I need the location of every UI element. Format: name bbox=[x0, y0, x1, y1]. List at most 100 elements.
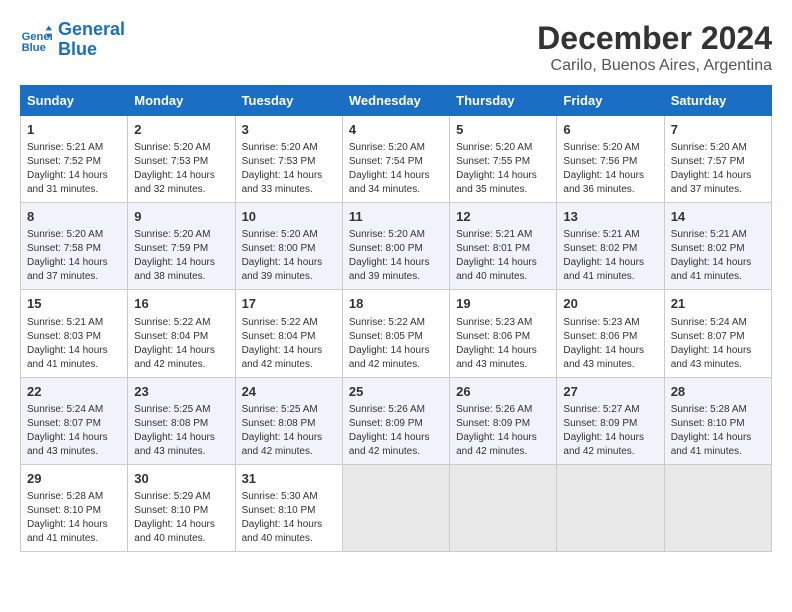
header-wednesday: Wednesday bbox=[342, 86, 449, 116]
day-number: 18 bbox=[349, 295, 443, 313]
logo-text: General Blue bbox=[58, 20, 125, 60]
calendar-cell: 11 Sunrise: 5:20 AM Sunset: 8:00 PM Dayli… bbox=[342, 203, 449, 290]
day-info: Sunrise: 5:23 AM Sunset: 8:06 PM Dayligh… bbox=[563, 316, 657, 372]
day-number: 19 bbox=[456, 295, 550, 313]
day-number: 3 bbox=[242, 121, 336, 139]
calendar-cell: 26 Sunrise: 5:26 AM Sunset: 8:09 PM Dayli… bbox=[450, 377, 557, 464]
calendar-cell: 25Sunrise: 5:26 AM Sunset: 8:09 PM Dayli… bbox=[342, 377, 449, 464]
header: General Blue General Blue December 2024 … bbox=[20, 20, 772, 75]
calendar-cell: 21 Sunrise: 5:24 AM Sunset: 8:07 PM Dayli… bbox=[664, 290, 771, 377]
calendar-week-5: 29 Sunrise: 5:28 AM Sunset: 8:10 PM Dayli… bbox=[21, 464, 772, 551]
calendar-cell: 17Sunrise: 5:22 AM Sunset: 8:04 PM Dayli… bbox=[235, 290, 342, 377]
day-info: Sunrise: 5:25 AM Sunset: 8:08 PM Dayligh… bbox=[134, 403, 228, 459]
day-number: 25 bbox=[349, 383, 443, 401]
header-thursday: Thursday bbox=[450, 86, 557, 116]
calendar-cell: 28Sunrise: 5:28 AM Sunset: 8:10 PM Dayli… bbox=[664, 377, 771, 464]
day-number: 28 bbox=[671, 383, 765, 401]
day-info: Sunrise: 5:20 AM Sunset: 7:53 PM Dayligh… bbox=[134, 141, 228, 197]
calendar-table: SundayMondayTuesdayWednesdayThursdayFrid… bbox=[20, 85, 772, 552]
calendar-cell: 9Sunrise: 5:20 AM Sunset: 7:59 PM Daylig… bbox=[128, 203, 235, 290]
calendar-cell: 15Sunrise: 5:21 AM Sunset: 8:03 PM Dayli… bbox=[21, 290, 128, 377]
day-info: Sunrise: 5:20 AM Sunset: 7:56 PM Dayligh… bbox=[563, 141, 657, 197]
logo: General Blue General Blue bbox=[20, 20, 125, 60]
day-number: 16 bbox=[134, 295, 228, 313]
calendar-cell: 5 Sunrise: 5:20 AM Sunset: 7:55 PM Daylig… bbox=[450, 116, 557, 203]
calendar-cell: 14 Sunrise: 5:21 AM Sunset: 8:02 PM Dayli… bbox=[664, 203, 771, 290]
day-number: 10 bbox=[242, 208, 336, 226]
day-info: Sunrise: 5:21 AM Sunset: 7:52 PM Dayligh… bbox=[27, 141, 121, 197]
calendar-cell: 23 Sunrise: 5:25 AM Sunset: 8:08 PM Dayli… bbox=[128, 377, 235, 464]
svg-text:General: General bbox=[22, 31, 52, 43]
title-area: December 2024 Carilo, Buenos Aires, Arge… bbox=[537, 20, 772, 75]
day-info: Sunrise: 5:21 AM Sunset: 8:03 PM Dayligh… bbox=[27, 316, 121, 372]
day-number: 11 bbox=[349, 208, 443, 226]
calendar-cell bbox=[557, 464, 664, 551]
day-number: 5 bbox=[456, 121, 550, 139]
calendar-cell: 8 Sunrise: 5:20 AM Sunset: 7:58 PM Daylig… bbox=[21, 203, 128, 290]
day-info: Sunrise: 5:20 AM Sunset: 7:55 PM Dayligh… bbox=[456, 141, 550, 197]
day-number: 6 bbox=[563, 121, 657, 139]
day-info: Sunrise: 5:21 AM Sunset: 8:01 PM Dayligh… bbox=[456, 228, 550, 284]
day-number: 13 bbox=[563, 208, 657, 226]
day-info: Sunrise: 5:22 AM Sunset: 8:04 PM Dayligh… bbox=[134, 316, 228, 372]
day-number: 21 bbox=[671, 295, 765, 313]
calendar-cell: 12 Sunrise: 5:21 AM Sunset: 8:01 PM Dayli… bbox=[450, 203, 557, 290]
calendar-cell bbox=[342, 464, 449, 551]
calendar-week-1: 1Sunrise: 5:21 AM Sunset: 7:52 PM Daylig… bbox=[21, 116, 772, 203]
day-number: 12 bbox=[456, 208, 550, 226]
day-info: Sunrise: 5:23 AM Sunset: 8:06 PM Dayligh… bbox=[456, 316, 550, 372]
header-monday: Monday bbox=[128, 86, 235, 116]
day-info: Sunrise: 5:21 AM Sunset: 8:02 PM Dayligh… bbox=[671, 228, 765, 284]
day-info: Sunrise: 5:20 AM Sunset: 7:54 PM Dayligh… bbox=[349, 141, 443, 197]
calendar-cell: 24 Sunrise: 5:25 AM Sunset: 8:08 PM Dayli… bbox=[235, 377, 342, 464]
day-info: Sunrise: 5:20 AM Sunset: 7:57 PM Dayligh… bbox=[671, 141, 765, 197]
calendar-cell: 7 Sunrise: 5:20 AM Sunset: 7:57 PM Daylig… bbox=[664, 116, 771, 203]
day-info: Sunrise: 5:24 AM Sunset: 8:07 PM Dayligh… bbox=[671, 316, 765, 372]
day-number: 30 bbox=[134, 470, 228, 488]
calendar-cell: 3 Sunrise: 5:20 AM Sunset: 7:53 PM Daylig… bbox=[235, 116, 342, 203]
day-info: Sunrise: 5:20 AM Sunset: 7:53 PM Dayligh… bbox=[242, 141, 336, 197]
svg-text:Blue: Blue bbox=[22, 42, 46, 54]
day-number: 22 bbox=[27, 383, 121, 401]
main-title: December 2024 bbox=[537, 20, 772, 57]
day-info: Sunrise: 5:21 AM Sunset: 8:02 PM Dayligh… bbox=[563, 228, 657, 284]
day-number: 17 bbox=[242, 295, 336, 313]
calendar-cell bbox=[664, 464, 771, 551]
day-number: 14 bbox=[671, 208, 765, 226]
day-number: 26 bbox=[456, 383, 550, 401]
calendar-cell: 31Sunrise: 5:30 AM Sunset: 8:10 PM Dayli… bbox=[235, 464, 342, 551]
calendar-week-3: 15Sunrise: 5:21 AM Sunset: 8:03 PM Dayli… bbox=[21, 290, 772, 377]
header-saturday: Saturday bbox=[664, 86, 771, 116]
day-info: Sunrise: 5:20 AM Sunset: 8:00 PM Dayligh… bbox=[242, 228, 336, 284]
calendar-cell bbox=[450, 464, 557, 551]
calendar-cell: 4 Sunrise: 5:20 AM Sunset: 7:54 PM Daylig… bbox=[342, 116, 449, 203]
subtitle: Carilo, Buenos Aires, Argentina bbox=[537, 57, 772, 75]
day-number: 20 bbox=[563, 295, 657, 313]
calendar-cell: 1Sunrise: 5:21 AM Sunset: 7:52 PM Daylig… bbox=[21, 116, 128, 203]
day-number: 4 bbox=[349, 121, 443, 139]
day-info: Sunrise: 5:25 AM Sunset: 8:08 PM Dayligh… bbox=[242, 403, 336, 459]
calendar-cell: 29 Sunrise: 5:28 AM Sunset: 8:10 PM Dayli… bbox=[21, 464, 128, 551]
day-info: Sunrise: 5:22 AM Sunset: 8:05 PM Dayligh… bbox=[349, 316, 443, 372]
day-info: Sunrise: 5:29 AM Sunset: 8:10 PM Dayligh… bbox=[134, 490, 228, 546]
day-number: 23 bbox=[134, 383, 228, 401]
calendar-cell: 6 Sunrise: 5:20 AM Sunset: 7:56 PM Daylig… bbox=[557, 116, 664, 203]
day-number: 24 bbox=[242, 383, 336, 401]
day-number: 27 bbox=[563, 383, 657, 401]
day-info: Sunrise: 5:20 AM Sunset: 7:58 PM Dayligh… bbox=[27, 228, 121, 284]
day-number: 8 bbox=[27, 208, 121, 226]
day-number: 2 bbox=[134, 121, 228, 139]
day-info: Sunrise: 5:28 AM Sunset: 8:10 PM Dayligh… bbox=[27, 490, 121, 546]
calendar-cell: 13 Sunrise: 5:21 AM Sunset: 8:02 PM Dayli… bbox=[557, 203, 664, 290]
calendar-week-4: 22Sunrise: 5:24 AM Sunset: 8:07 PM Dayli… bbox=[21, 377, 772, 464]
day-info: Sunrise: 5:20 AM Sunset: 8:00 PM Dayligh… bbox=[349, 228, 443, 284]
calendar-cell: 16 Sunrise: 5:22 AM Sunset: 8:04 PM Dayli… bbox=[128, 290, 235, 377]
day-info: Sunrise: 5:26 AM Sunset: 8:09 PM Dayligh… bbox=[456, 403, 550, 459]
day-number: 7 bbox=[671, 121, 765, 139]
header-tuesday: Tuesday bbox=[235, 86, 342, 116]
calendar-cell: 19 Sunrise: 5:23 AM Sunset: 8:06 PM Dayli… bbox=[450, 290, 557, 377]
day-info: Sunrise: 5:20 AM Sunset: 7:59 PM Dayligh… bbox=[134, 228, 228, 284]
calendar-cell: 2 Sunrise: 5:20 AM Sunset: 7:53 PM Daylig… bbox=[128, 116, 235, 203]
day-number: 31 bbox=[242, 470, 336, 488]
day-number: 29 bbox=[27, 470, 121, 488]
